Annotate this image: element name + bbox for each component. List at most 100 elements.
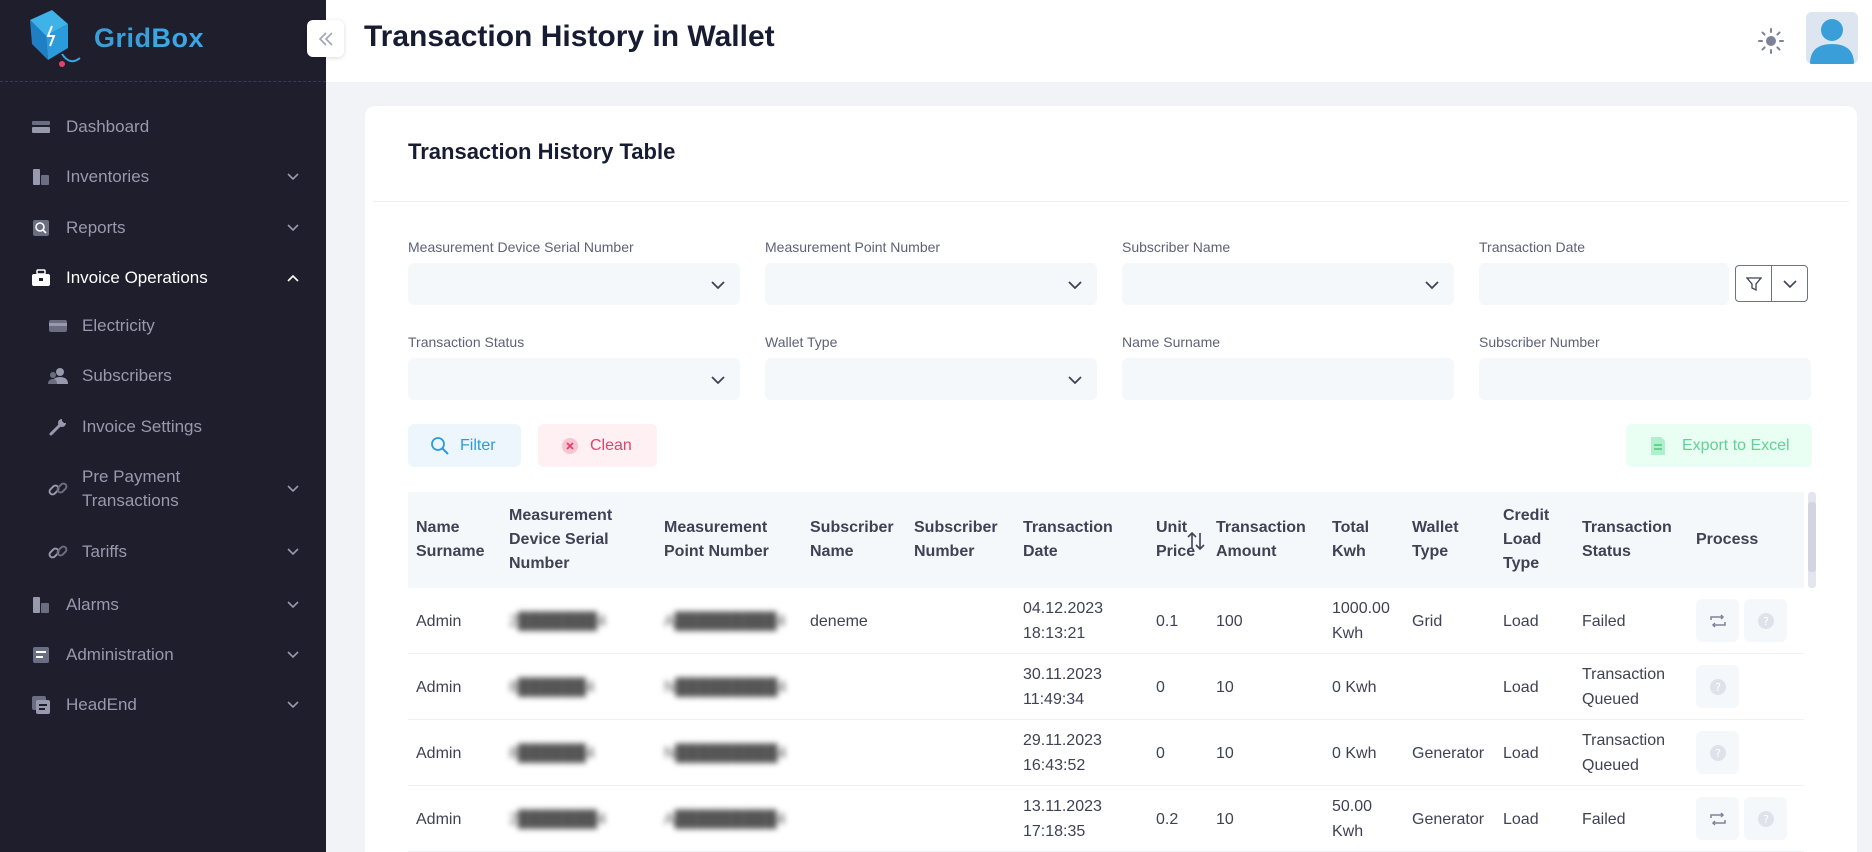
cell-transaction-status: Failed xyxy=(1582,612,1626,630)
column-header-device-serial[interactable]: Measurement Device Serial Number xyxy=(509,492,612,588)
chevron-down-icon xyxy=(287,701,299,709)
device-serial-select[interactable] xyxy=(408,263,740,305)
sidebar-item-subscribers[interactable]: Subscribers xyxy=(0,364,326,388)
wrench-icon xyxy=(47,417,69,437)
brand-name: GridBox xyxy=(94,22,205,53)
clean-button[interactable]: Clean xyxy=(538,424,657,467)
date-dropdown-button[interactable] xyxy=(1771,265,1808,302)
column-header-name-surname[interactable]: Name Surname xyxy=(416,492,484,588)
cell-credit-load-type: Load xyxy=(1503,612,1539,630)
headend-icon xyxy=(30,695,52,715)
cell-wallet-type: Grid xyxy=(1412,612,1443,630)
gridbox-logo-icon xyxy=(30,10,81,67)
export-label: Export to Excel xyxy=(1682,436,1790,454)
sidebar-item-tariffs[interactable]: Tariffs xyxy=(0,540,326,564)
sidebar: GridBox Dashboard Inventories Reports In… xyxy=(0,0,326,852)
cell-device-serial: 2███████4 xyxy=(509,612,607,630)
gridbox-logo[interactable]: GridBox xyxy=(22,4,222,72)
date-filter-button[interactable] xyxy=(1735,265,1772,302)
chevron-down-icon xyxy=(287,485,299,493)
credit-card-icon xyxy=(47,316,69,336)
logo-divider xyxy=(0,81,326,82)
subscriber-name-select[interactable] xyxy=(1122,263,1454,305)
user-avatar[interactable] xyxy=(1806,12,1858,64)
sidebar-item-reports[interactable]: Reports xyxy=(0,216,326,240)
sidebar-item-pre-payment-transactions[interactable]: Pre Payment Transactions xyxy=(0,465,326,513)
collapse-sidebar-button[interactable] xyxy=(307,20,344,57)
transaction-status-select[interactable] xyxy=(408,358,740,400)
card-title: Transaction History Table xyxy=(408,139,676,164)
export-excel-button[interactable]: Export to Excel xyxy=(1626,424,1812,467)
question-icon: ? xyxy=(1709,678,1726,695)
users-icon xyxy=(47,366,69,386)
help-button[interactable]: ? xyxy=(1696,665,1739,708)
help-button[interactable]: ? xyxy=(1744,599,1787,642)
sidebar-item-invoice-operations[interactable]: Invoice Operations xyxy=(0,266,326,290)
point-number-select[interactable] xyxy=(765,263,1097,305)
table-scrollbar-thumb[interactable] xyxy=(1808,502,1816,572)
chevron-down-icon xyxy=(287,173,299,181)
sidebar-item-alarms[interactable]: Alarms xyxy=(0,593,326,617)
column-header-subscriber-name[interactable]: Subscriber Name xyxy=(810,492,894,588)
transaction-date-input[interactable] xyxy=(1479,263,1729,305)
transaction-date-label: Transaction Date xyxy=(1479,239,1586,255)
card-divider xyxy=(373,201,1849,202)
column-header-subscriber-number[interactable]: Subscriber Number xyxy=(914,492,998,588)
cell-wallet-type: Generator xyxy=(1412,810,1485,828)
sidebar-item-inventories[interactable]: Inventories xyxy=(0,165,326,189)
sidebar-item-invoice-settings[interactable]: Invoice Settings xyxy=(0,415,326,439)
top-header: Transaction History in Wallet xyxy=(326,0,1872,82)
cell-device-serial: 8██████4 xyxy=(509,678,595,696)
cell-transaction-date: 29.11.2023 16:43:52 xyxy=(1023,732,1102,774)
cell-wallet-type: Generator xyxy=(1412,744,1485,762)
cell-point-number: N█████████4 xyxy=(664,678,787,696)
clean-label: Clean xyxy=(590,436,632,454)
user-icon xyxy=(1810,19,1854,64)
sidebar-item-headend[interactable]: HeadEnd xyxy=(0,693,326,717)
cell-total-kwh: 1000.00 Kwh xyxy=(1332,600,1390,642)
page-title: Transaction History in Wallet xyxy=(364,20,775,53)
sidebar-item-administration[interactable]: Administration xyxy=(0,643,326,667)
chevron-down-icon xyxy=(711,281,725,290)
cell-point-number: N█████████4 xyxy=(664,744,787,762)
retry-button[interactable] xyxy=(1696,797,1739,840)
sun-icon[interactable] xyxy=(1756,26,1786,56)
device-serial-label: Measurement Device Serial Number xyxy=(408,239,634,255)
column-header-unit-price[interactable]: Unit Price xyxy=(1156,492,1195,588)
name-surname-label: Name Surname xyxy=(1122,334,1221,350)
sidebar-item-dashboard[interactable]: Dashboard xyxy=(0,115,326,139)
sidebar-item-electricity[interactable]: Electricity xyxy=(0,314,326,338)
chevron-down-icon xyxy=(287,651,299,659)
help-button[interactable]: ? xyxy=(1744,797,1787,840)
name-surname-input[interactable] xyxy=(1122,358,1454,400)
sidebar-item-label: Inventories xyxy=(66,167,150,186)
cell-transaction-amount: 10 xyxy=(1216,810,1234,828)
column-header-credit-load-type[interactable]: Credit Load Type xyxy=(1503,492,1549,588)
retry-button[interactable] xyxy=(1696,599,1739,642)
link-icon xyxy=(47,542,69,562)
cell-device-serial: 8██████4 xyxy=(509,744,595,762)
cell-point-number: A█████████4 xyxy=(664,612,786,630)
cell-credit-load-type: Load xyxy=(1503,678,1539,696)
transaction-status-label: Transaction Status xyxy=(408,334,525,350)
cell-total-kwh: 50.00 Kwh xyxy=(1332,798,1373,840)
column-header-transaction-date[interactable]: Transaction Date xyxy=(1023,492,1113,588)
help-button[interactable]: ? xyxy=(1696,731,1739,774)
subscriber-number-label: Subscriber Number xyxy=(1479,334,1600,350)
svg-text:?: ? xyxy=(1763,615,1769,628)
cell-name-surname: Admin xyxy=(416,744,462,762)
filter-button[interactable]: Filter xyxy=(408,424,521,467)
column-header-wallet-type[interactable]: Wallet Type xyxy=(1412,492,1459,588)
cell-total-kwh: 0 Kwh xyxy=(1332,744,1377,762)
sidebar-item-label: Dashboard xyxy=(66,117,150,136)
cell-transaction-date: 04.12.2023 18:13:21 xyxy=(1023,600,1104,642)
dashboard-icon xyxy=(30,117,52,137)
subscriber-number-input[interactable] xyxy=(1479,358,1811,400)
column-header-transaction-status[interactable]: Transaction Status xyxy=(1582,492,1672,588)
wallet-type-select[interactable] xyxy=(765,358,1097,400)
point-number-label: Measurement Point Number xyxy=(765,239,941,255)
column-header-point-number[interactable]: Measurement Point Number xyxy=(664,492,769,588)
cell-name-surname: Admin xyxy=(416,810,462,828)
column-header-transaction-amount[interactable]: Transaction Amount xyxy=(1216,492,1306,588)
column-header-total-kwh[interactable]: Total Kwh xyxy=(1332,492,1369,588)
